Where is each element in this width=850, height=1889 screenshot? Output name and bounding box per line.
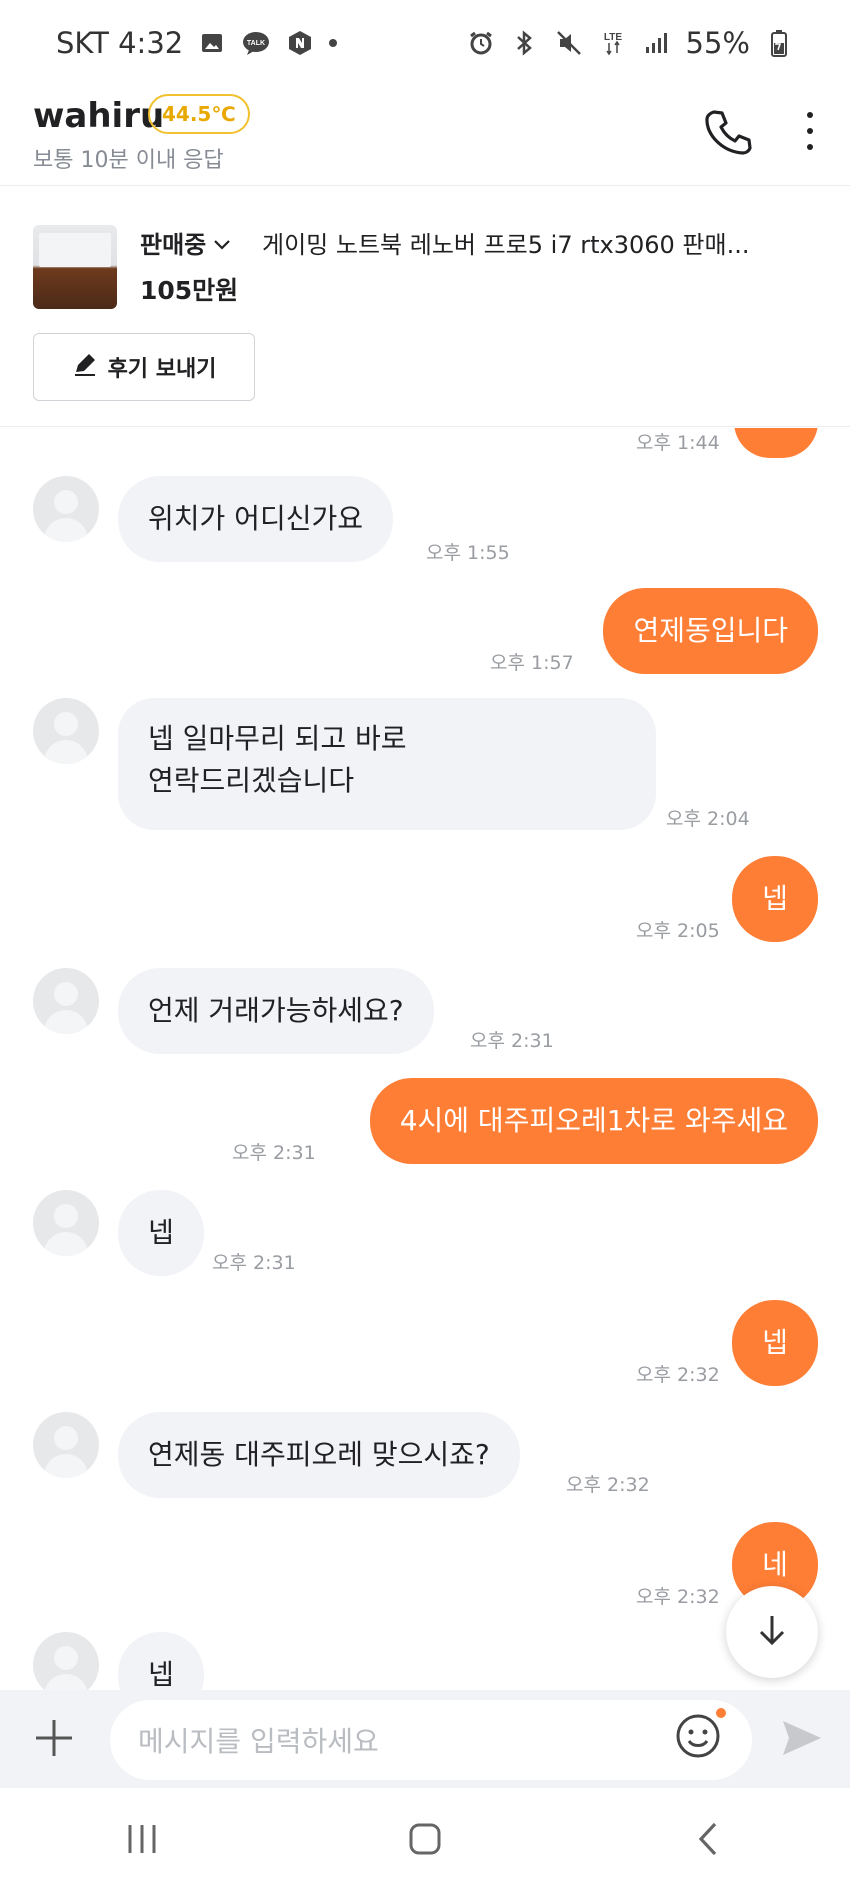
message-time: 오후 1:57 (490, 652, 574, 674)
product-card[interactable]: 판매중 게이밍 노트북 레노버 프로5 i7 rtx3060 판매... 105… (0, 187, 850, 427)
naver-icon (285, 28, 315, 58)
chat-messages[interactable]: 오후 1:44 위치가 어디신가요 오후 1:55 연제동입니다 오후 1:57… (0, 428, 850, 1690)
battery-percent: 55% (685, 26, 750, 60)
send-review-button[interactable]: 후기 보내기 (33, 333, 255, 401)
chat-header: wahiru 44.5℃ 보통 10분 이내 응답 (0, 86, 850, 186)
response-time: 보통 10분 이내 응답 (33, 148, 224, 173)
avatar[interactable] (33, 1632, 99, 1690)
avatar[interactable] (33, 968, 99, 1034)
message-input-bar: 메시지를 입력하세요 (0, 1690, 850, 1788)
message-time: 오후 2:31 (212, 1252, 296, 1274)
avatar[interactable] (33, 476, 99, 542)
message-time: 오후 2:31 (232, 1142, 316, 1164)
avatar[interactable] (33, 1412, 99, 1478)
user-name[interactable]: wahiru (33, 96, 164, 136)
sale-state-label: 판매중 (140, 231, 207, 259)
incoming-message[interactable]: 넵 (118, 1190, 204, 1276)
sale-state-dropdown[interactable]: 판매중 (140, 225, 232, 260)
pencil-icon (72, 351, 98, 383)
incoming-message[interactable]: 위치가 어디신가요 (118, 476, 393, 562)
message-time: 오후 2:04 (666, 808, 750, 830)
product-thumbnail[interactable] (33, 225, 117, 309)
outgoing-message[interactable] (734, 428, 818, 458)
emoji-icon[interactable] (674, 1712, 722, 1760)
incoming-message[interactable]: 넵 (118, 1632, 204, 1690)
outgoing-message[interactable]: 넵 (732, 1300, 818, 1386)
temperature-badge: 44.5℃ (148, 94, 250, 134)
phone-icon[interactable] (700, 104, 754, 158)
signal-icon (642, 28, 672, 58)
product-title[interactable]: 게이밍 노트북 레노버 프로5 i7 rtx3060 판매... (262, 225, 749, 260)
talk-icon: TALK (241, 28, 271, 58)
lte-icon: LTE (598, 28, 628, 58)
message-line: 넵 일마무리 되고 바로 (148, 722, 407, 755)
svg-text:LTE: LTE (603, 32, 621, 43)
product-price: 105만원 (140, 276, 239, 305)
outgoing-message[interactable]: 넵 (732, 856, 818, 942)
outgoing-message[interactable]: 연제동입니다 (603, 588, 818, 674)
avatar[interactable] (33, 1190, 99, 1256)
system-nav-bar (0, 1788, 850, 1889)
message-time: 오후 1:44 (636, 432, 720, 454)
message-line: 연락드리겠습니다 (148, 764, 355, 797)
message-time: 오후 2:32 (566, 1474, 650, 1496)
carrier-time: SKT 4:32 (56, 26, 184, 60)
more-vertical-icon[interactable] (792, 106, 828, 156)
avatar[interactable] (33, 698, 99, 764)
send-icon[interactable] (780, 1718, 824, 1758)
message-time: 오후 2:32 (636, 1364, 720, 1386)
incoming-message[interactable]: 언제 거래가능하세요? (118, 968, 434, 1054)
notification-dot (329, 39, 338, 47)
svg-text:TALK: TALK (247, 40, 265, 47)
scroll-to-bottom-button[interactable] (726, 1586, 818, 1678)
home-icon[interactable] (385, 1809, 465, 1869)
emoji-new-dot (716, 1708, 726, 1718)
message-time: 오후 1:55 (426, 542, 510, 564)
incoming-message[interactable]: 연제동 대주피오레 맞으시죠? (118, 1412, 520, 1498)
send-review-label: 후기 보내기 (107, 357, 217, 382)
outgoing-message[interactable]: 4시에 대주피오레1차로 와주세요 (369, 1078, 818, 1164)
arrow-down-icon (752, 1610, 792, 1654)
message-input[interactable]: 메시지를 입력하세요 (110, 1700, 752, 1780)
message-time: 오후 2:31 (470, 1030, 554, 1052)
chevron-down-icon (212, 229, 232, 257)
back-icon[interactable] (668, 1809, 748, 1869)
status-right: LTE 55% (466, 26, 794, 60)
battery-icon (764, 28, 794, 58)
gallery-icon (197, 28, 227, 58)
mute-icon (554, 28, 584, 58)
incoming-message[interactable]: 넵 일마무리 되고 바로 연락드리겠습니다 (118, 698, 656, 830)
message-time: 오후 2:32 (636, 1586, 720, 1608)
status-bar: SKT 4:32 TALK LTE 55% (0, 0, 850, 86)
message-time: 오후 2:05 (636, 920, 720, 942)
bluetooth-icon (510, 28, 540, 58)
plus-icon[interactable] (32, 1716, 76, 1760)
alarm-icon (466, 28, 496, 58)
recent-apps-icon[interactable] (102, 1809, 182, 1869)
status-left: SKT 4:32 TALK (56, 26, 338, 60)
